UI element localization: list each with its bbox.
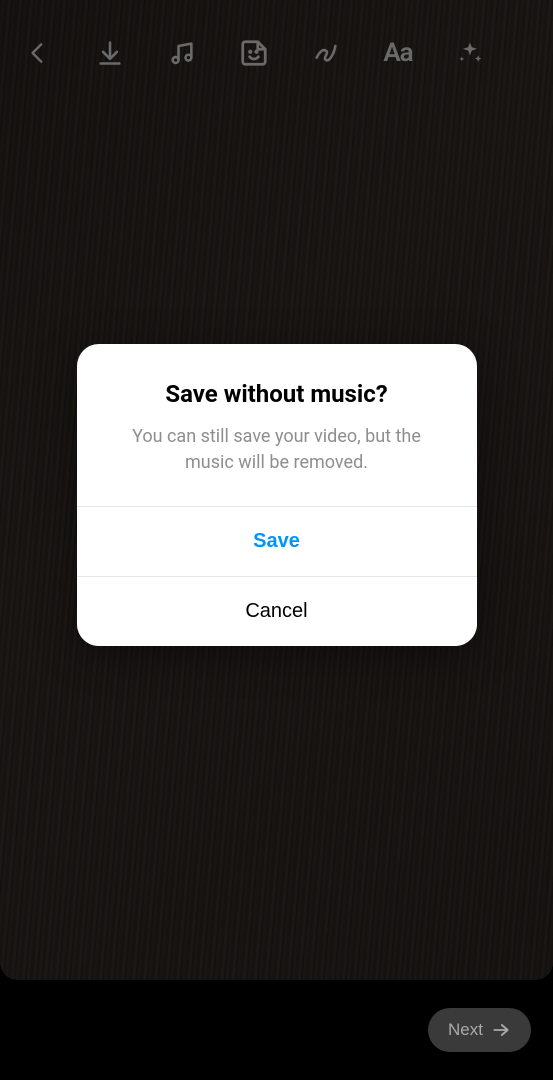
cancel-button[interactable]: Cancel — [77, 576, 477, 646]
dialog-content: Save without music? You can still save y… — [77, 344, 477, 506]
save-button-label: Save — [253, 530, 300, 553]
save-without-music-dialog: Save without music? You can still save y… — [77, 344, 477, 646]
save-button[interactable]: Save — [77, 506, 477, 576]
dialog-title: Save without music? — [107, 380, 447, 408]
modal-backdrop[interactable]: Save without music? You can still save y… — [0, 0, 553, 1080]
cancel-button-label: Cancel — [245, 600, 307, 623]
dialog-message: You can still save your video, but the m… — [107, 424, 447, 476]
